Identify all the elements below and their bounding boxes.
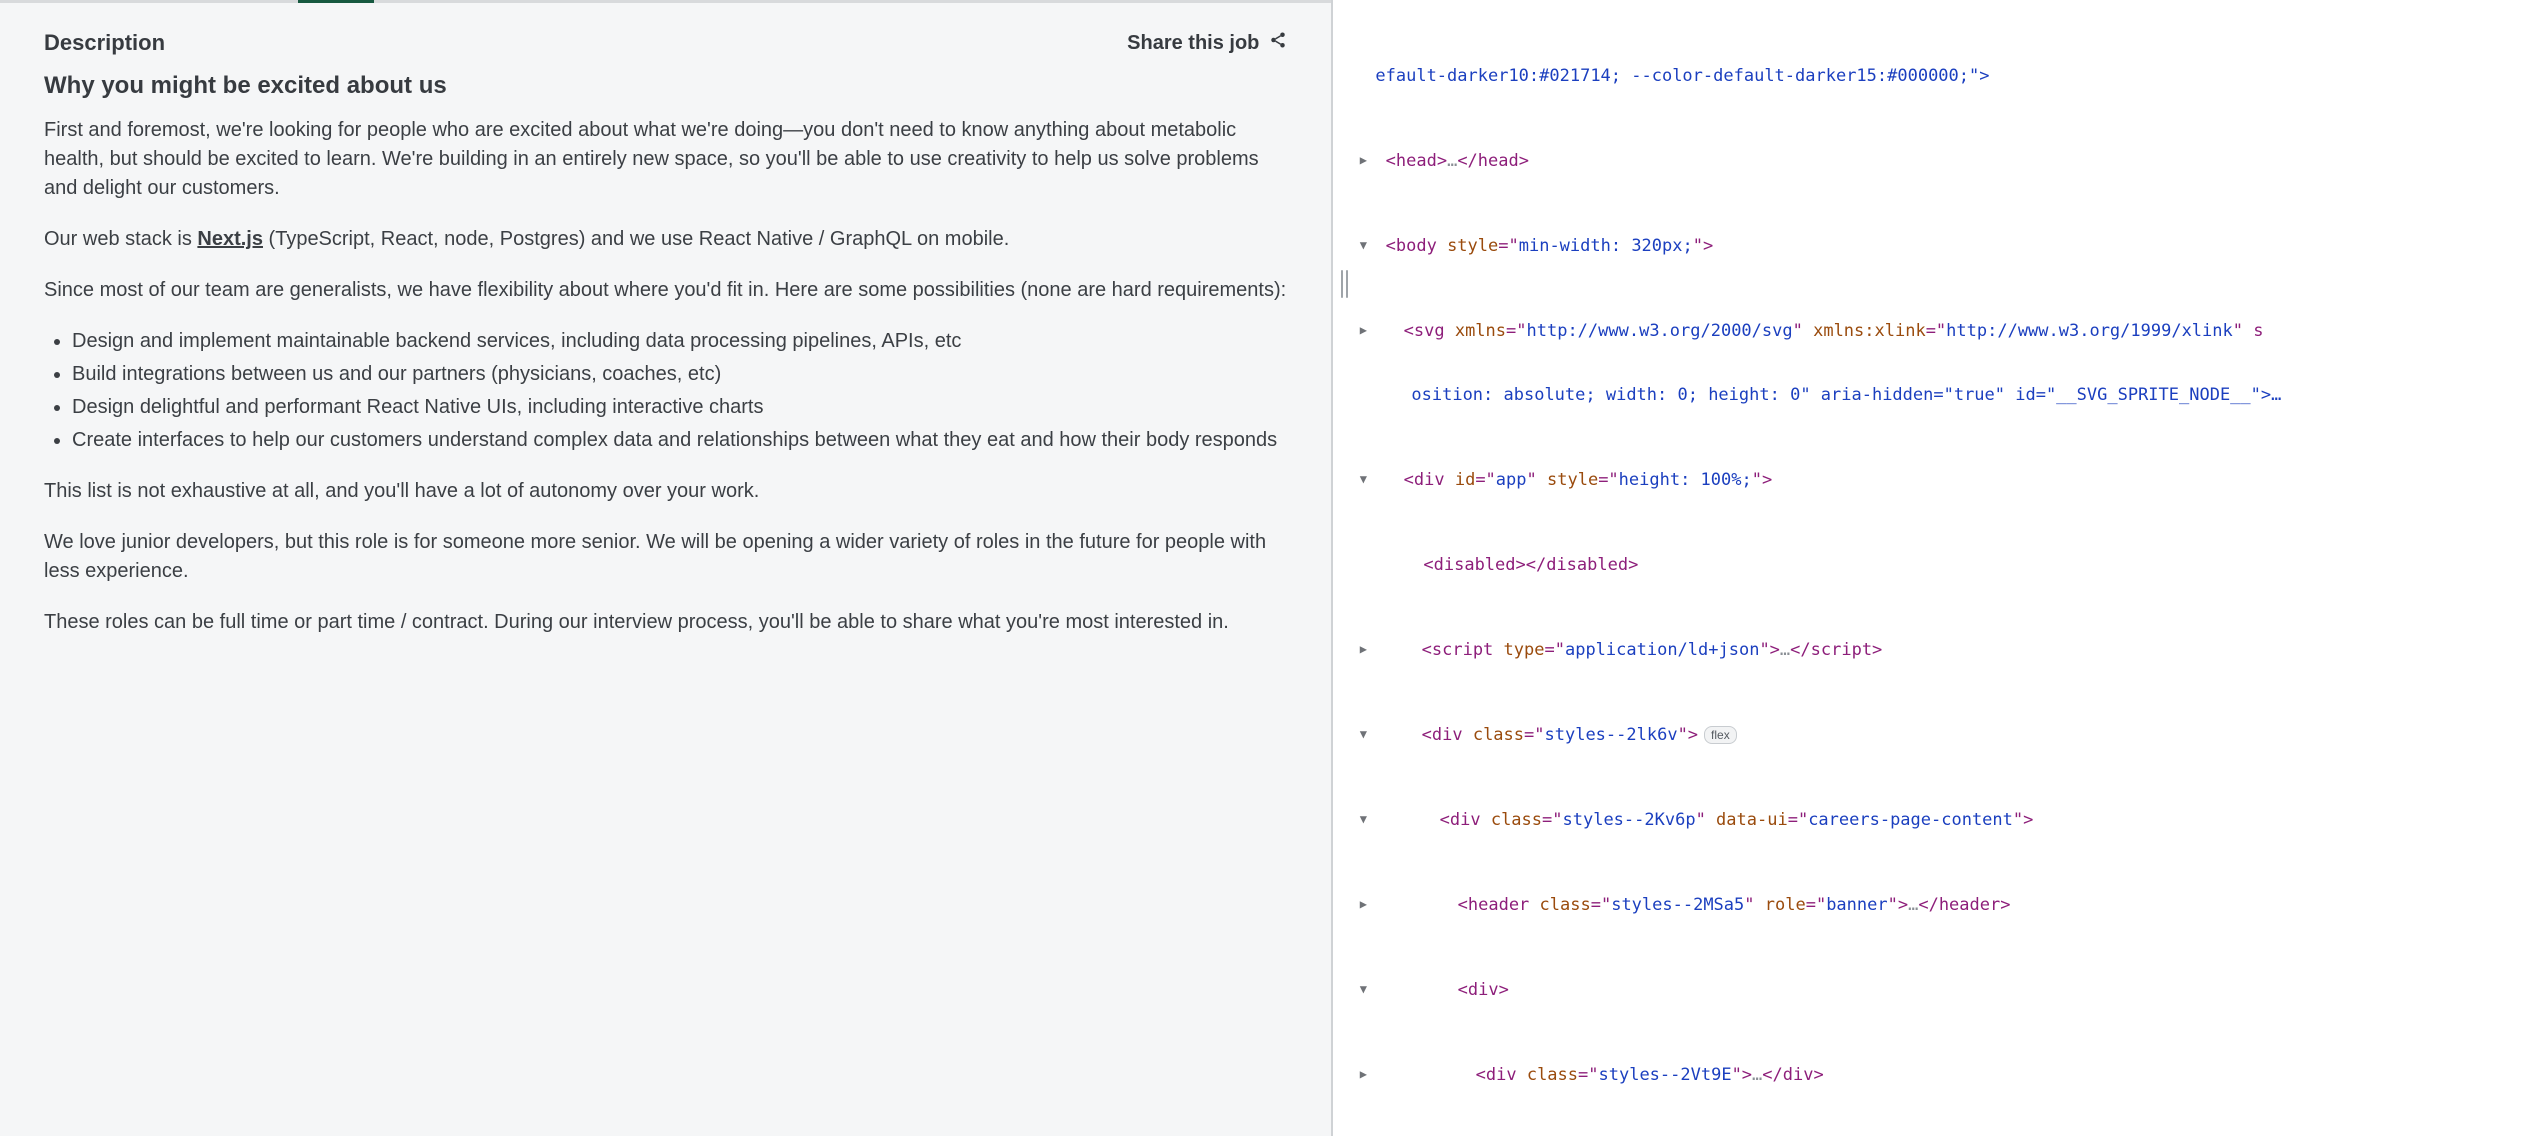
tree-row[interactable]: <header class="styles--2MSa5" role="bann… [1357, 895, 2536, 916]
tree-row[interactable]: <div class="styles--2Kv6p" data-ui="care… [1357, 810, 2536, 831]
attr-value: height: 100%; [1619, 470, 1752, 490]
splitter-grip-icon [1341, 270, 1348, 298]
disclosure-triangle-icon[interactable] [1357, 1067, 1369, 1082]
description-header: Description Share this job [44, 30, 1287, 56]
disclosure-triangle-icon[interactable] [1357, 982, 1369, 997]
tree-row[interactable]: <div> [1357, 980, 2536, 1001]
tree-row[interactable]: <disabled></disabled> [1357, 555, 2536, 576]
text: (TypeScript, React, node, Postgres) and … [263, 228, 1009, 250]
active-tab-indicator [298, 0, 374, 3]
tree-row[interactable]: <script type="application/ld+json">…</sc… [1357, 640, 2536, 661]
tree-row[interactable]: <svg xmlns="http://www.w3.org/2000/svg" … [1357, 321, 2536, 342]
attr-value: careers-page-content [1808, 810, 2013, 830]
pane-splitter[interactable] [1331, 0, 1357, 1136]
share-job-button[interactable]: Share this job [1127, 31, 1287, 55]
attr-value: styles--2Kv6p [1563, 810, 1696, 830]
list-item: Design and implement maintainable backen… [72, 327, 1287, 356]
disclosure-triangle-icon[interactable] [1357, 642, 1369, 657]
tree-row[interactable]: <div class="styles--2lk6v">flex [1357, 725, 2536, 746]
attr-value: application/ld+json [1565, 640, 1759, 660]
disclosure-triangle-icon[interactable] [1357, 472, 1369, 487]
tree-row[interactable]: <body style="min-width: 320px;"> [1357, 236, 2536, 257]
paragraph: Our web stack is Next.js (TypeScript, Re… [44, 225, 1287, 254]
disclosure-triangle-icon[interactable] [1357, 812, 1369, 827]
tree-row[interactable]: <div class="styles--2Vt9E">…</div> [1357, 1065, 2536, 1086]
attr-value: styles--2lk6v [1545, 725, 1678, 745]
tree-row[interactable]: <div id="app" style="height: 100%;"> [1357, 470, 2536, 491]
tree-row[interactable]: <head>…</head> [1357, 151, 2536, 172]
rendered-page-pane: Description Share this job Why you might… [0, 0, 1331, 1136]
disclosure-triangle-icon[interactable] [1357, 727, 1369, 742]
paragraph: Since most of our team are generalists, … [44, 276, 1287, 305]
attr-value: app [1496, 470, 1527, 490]
responsibilities-list: Design and implement maintainable backen… [44, 327, 1287, 455]
devtools-elements-panel: efault-darker10:#021714; --color-default… [1357, 0, 2536, 1136]
dom-tree[interactable]: efault-darker10:#021714; --color-default… [1357, 0, 2536, 1136]
description-heading: Description [44, 30, 165, 56]
top-shadow [0, 0, 1331, 3]
disclosure-triangle-icon[interactable] [1357, 153, 1369, 168]
attr-value: osition: absolute; width: 0; height: 0" … [1411, 385, 2281, 405]
list-item: Build integrations between us and our pa… [72, 360, 1287, 389]
paragraph: First and foremost, we're looking for pe… [44, 116, 1287, 203]
attr-value: banner [1826, 895, 1887, 915]
job-description: Description Share this job Why you might… [0, 0, 1331, 637]
attr-value: http://www.w3.org/1999/xlink [1946, 321, 2233, 341]
flex-badge[interactable]: flex [1704, 726, 1737, 744]
attr-value: styles--2Vt9E [1599, 1065, 1732, 1085]
tree-row[interactable]: osition: absolute; width: 0; height: 0" … [1357, 385, 2536, 406]
paragraph: We love junior developers, but this role… [44, 528, 1287, 586]
text: efault-darker10:#021714; --color-default… [1375, 66, 1989, 86]
paragraph: This list is not exhaustive at all, and … [44, 477, 1287, 506]
tree-row[interactable]: efault-darker10:#021714; --color-default… [1357, 66, 2536, 87]
section-heading-excited: Why you might be excited about us [44, 72, 1287, 100]
share-job-label: Share this job [1127, 32, 1259, 55]
list-item: Create interfaces to help our customers … [72, 426, 1287, 455]
attr-value: min-width: 320px; [1519, 236, 1693, 256]
attr-value: http://www.w3.org/2000/svg [1527, 321, 1793, 341]
share-icon [1269, 31, 1287, 55]
disclosure-triangle-icon[interactable] [1357, 897, 1369, 912]
disclosure-triangle-icon[interactable] [1357, 323, 1369, 338]
attr-value: styles--2MSa5 [1611, 895, 1744, 915]
list-item: Design delightful and performant React N… [72, 393, 1287, 422]
disclosure-triangle-icon[interactable] [1357, 238, 1369, 253]
nextjs-link[interactable]: Next.js [197, 228, 263, 250]
paragraph: These roles can be full time or part tim… [44, 608, 1287, 637]
text: Our web stack is [44, 228, 197, 250]
